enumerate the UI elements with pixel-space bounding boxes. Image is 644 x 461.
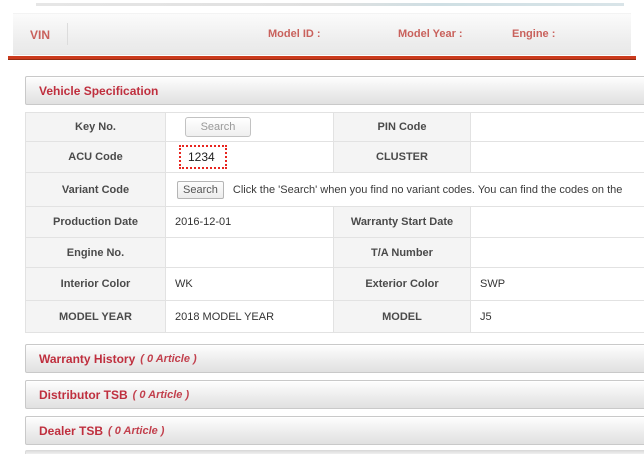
production-date-value: 2016-12-01 bbox=[166, 207, 334, 238]
table-row: Key No. Search PIN Code bbox=[26, 113, 644, 142]
model-id-label: Model ID : bbox=[268, 28, 321, 40]
variant-code-search-button[interactable]: Search bbox=[177, 181, 224, 199]
page: VIN Model ID : Model Year : Engine : Veh… bbox=[0, 0, 644, 461]
pin-code-label: PIN Code bbox=[334, 113, 471, 142]
table-row: Engine No. T/A Number bbox=[26, 238, 644, 268]
model-year-row-label: MODEL YEAR bbox=[26, 301, 166, 333]
production-date-label: Production Date bbox=[26, 207, 166, 238]
vehicle-specification-header: Vehicle Specification bbox=[25, 76, 644, 105]
distributor-tsb-panel-header[interactable]: Distributor TSB ( 0 Article ) bbox=[25, 380, 644, 409]
distributor-tsb-title: Distributor TSB bbox=[39, 388, 128, 402]
ta-number-value bbox=[471, 238, 644, 268]
key-no-label: Key No. bbox=[26, 113, 166, 142]
top-clipped-bar bbox=[36, 3, 624, 6]
exterior-color-value: SWP bbox=[471, 268, 644, 301]
engine-no-value bbox=[166, 238, 334, 268]
bottom-clipped-bar bbox=[25, 450, 644, 454]
table-row: Variant Code Search Click the 'Search' w… bbox=[26, 173, 644, 207]
vin-label: VIN bbox=[30, 28, 50, 42]
warranty-history-panel-header[interactable]: Warranty History ( 0 Article ) bbox=[25, 344, 644, 373]
key-no-search-button[interactable]: Search bbox=[185, 117, 251, 137]
warranty-start-date-value bbox=[471, 207, 644, 238]
variant-code-value-cell: Search Click the 'Search' when you find … bbox=[166, 173, 644, 207]
model-value: J5 bbox=[471, 301, 644, 333]
vehicle-specification-table: Key No. Search PIN Code ACU Code 1234 CL… bbox=[25, 112, 644, 333]
acu-code-highlight: 1234 bbox=[179, 145, 227, 169]
main-content: Vehicle Specification Key No. Search PIN… bbox=[25, 76, 644, 454]
variant-code-note: Click the 'Search' when you find no vari… bbox=[233, 184, 622, 196]
red-divider-line bbox=[8, 56, 636, 60]
ta-number-label: T/A Number bbox=[334, 238, 471, 268]
header-divider bbox=[67, 23, 68, 45]
acu-code-value-cell: 1234 bbox=[166, 142, 334, 173]
exterior-color-label: Exterior Color bbox=[334, 268, 471, 301]
interior-color-value: WK bbox=[166, 268, 334, 301]
dealer-tsb-title: Dealer TSB bbox=[39, 424, 103, 438]
model-year-label: Model Year : bbox=[398, 28, 463, 40]
vehicle-summary-header: VIN Model ID : Model Year : Engine : bbox=[13, 13, 631, 55]
cluster-value bbox=[471, 142, 644, 173]
dealer-tsb-panel-header[interactable]: Dealer TSB ( 0 Article ) bbox=[25, 416, 644, 445]
table-row: Production Date 2016-12-01 Warranty Star… bbox=[26, 207, 644, 238]
acu-code-label: ACU Code bbox=[26, 142, 166, 173]
model-label: MODEL bbox=[334, 301, 471, 333]
table-row: ACU Code 1234 CLUSTER bbox=[26, 142, 644, 173]
distributor-tsb-count: ( 0 Article ) bbox=[133, 389, 189, 401]
pin-code-value bbox=[471, 113, 644, 142]
warranty-history-count: ( 0 Article ) bbox=[140, 353, 196, 365]
variant-code-label: Variant Code bbox=[26, 173, 166, 207]
dealer-tsb-count: ( 0 Article ) bbox=[108, 425, 164, 437]
engine-label: Engine : bbox=[512, 28, 555, 40]
table-row: Interior Color WK Exterior Color SWP bbox=[26, 268, 644, 301]
interior-color-label: Interior Color bbox=[26, 268, 166, 301]
table-row: MODEL YEAR 2018 MODEL YEAR MODEL J5 bbox=[26, 301, 644, 333]
engine-no-label: Engine No. bbox=[26, 238, 166, 268]
key-no-value-cell: Search bbox=[166, 113, 334, 142]
model-year-row-value: 2018 MODEL YEAR bbox=[166, 301, 334, 333]
cluster-label: CLUSTER bbox=[334, 142, 471, 173]
warranty-history-title: Warranty History bbox=[39, 352, 135, 366]
warranty-start-date-label: Warranty Start Date bbox=[334, 207, 471, 238]
vehicle-specification-title: Vehicle Specification bbox=[39, 84, 158, 98]
acu-code-value: 1234 bbox=[188, 150, 215, 164]
